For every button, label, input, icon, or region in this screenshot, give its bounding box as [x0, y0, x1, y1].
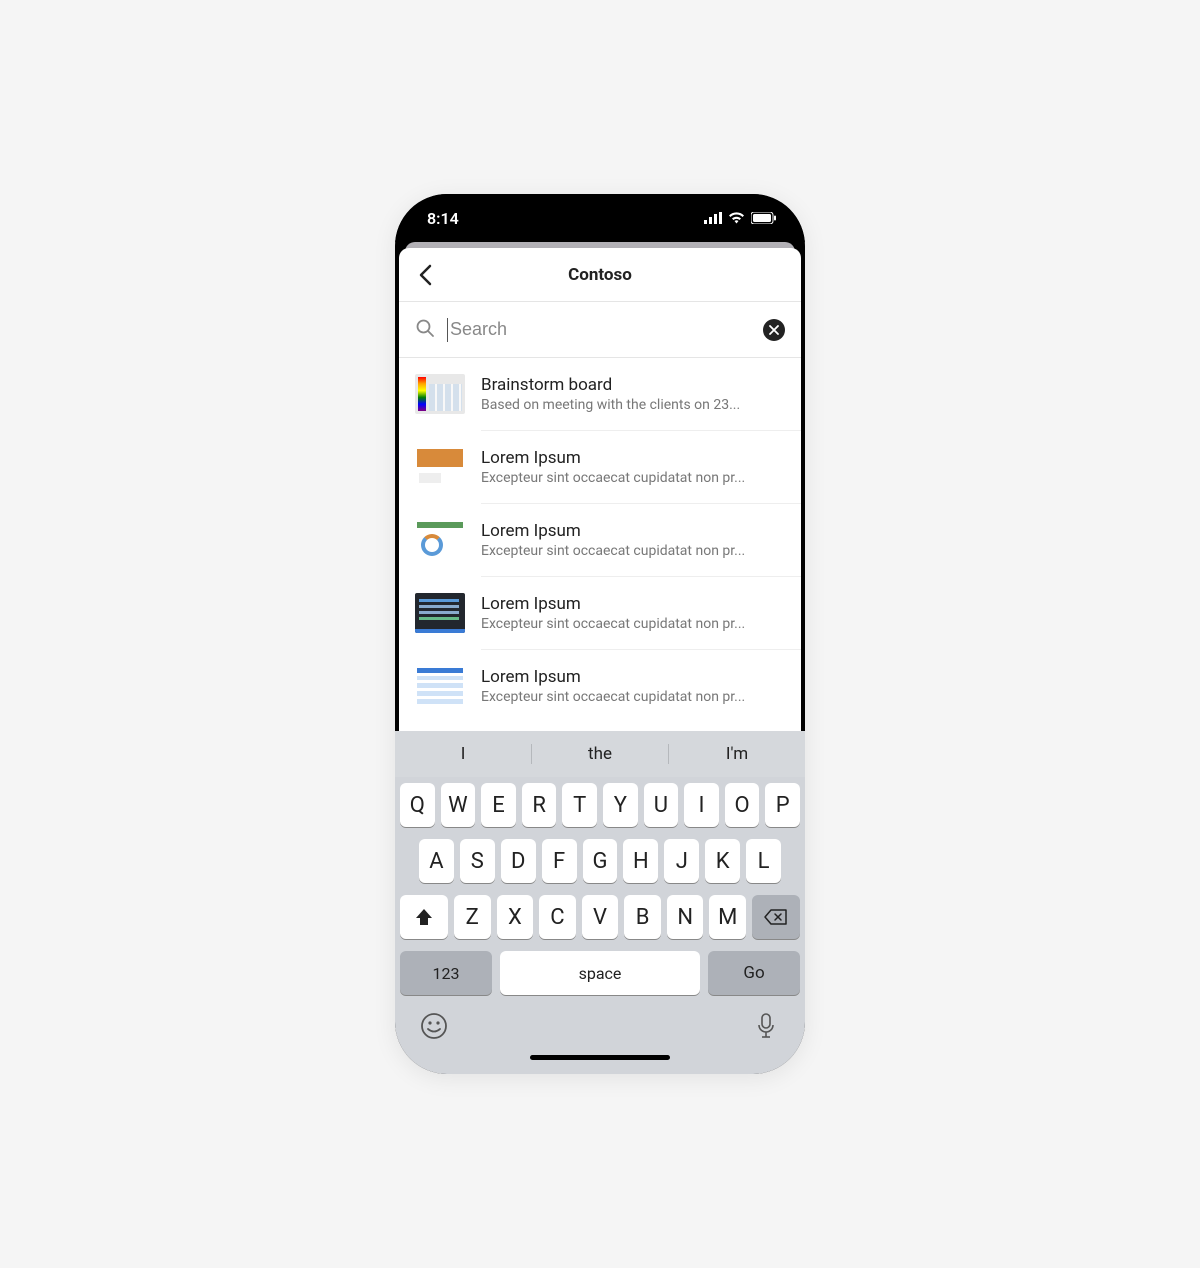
page-canvas: 8:14 Contoso	[0, 0, 1200, 1268]
result-subtitle: Excepteur sint occaecat cupidatat non pr…	[481, 470, 785, 486]
prediction-suggestion[interactable]: I	[395, 744, 531, 764]
key-u[interactable]: U	[644, 783, 679, 827]
signal-icon	[704, 209, 722, 228]
backspace-icon	[764, 908, 788, 926]
result-subtitle: Excepteur sint occaecat cupidatat non pr…	[481, 616, 785, 632]
result-title: Lorem Ipsum	[481, 448, 785, 468]
result-subtitle: Excepteur sint occaecat cupidatat non pr…	[481, 689, 785, 705]
status-bar: 8:14	[395, 194, 805, 242]
key-o[interactable]: O	[725, 783, 760, 827]
key-e[interactable]: E	[481, 783, 516, 827]
back-button[interactable]	[413, 263, 437, 287]
result-thumbnail	[415, 666, 465, 706]
app-sheet: Contoso Brainstorm board Based on meetin…	[399, 248, 801, 803]
go-key[interactable]: Go	[708, 951, 800, 995]
page-title: Contoso	[568, 265, 632, 285]
key-g[interactable]: G	[583, 839, 618, 883]
key-i[interactable]: I	[684, 783, 719, 827]
emoji-button[interactable]	[419, 1011, 449, 1041]
search-results: Brainstorm board Based on meeting with t…	[399, 358, 801, 722]
key-c[interactable]: C	[539, 895, 576, 939]
prediction-bar: I the I'm	[395, 731, 805, 777]
phone-frame: 8:14 Contoso	[395, 194, 805, 1074]
status-time: 8:14	[427, 209, 459, 228]
key-row-4: 123 space Go	[395, 945, 805, 1001]
key-h[interactable]: H	[623, 839, 658, 883]
result-title: Lorem Ipsum	[481, 521, 785, 541]
key-y[interactable]: Y	[603, 783, 638, 827]
close-icon	[769, 325, 779, 335]
key-m[interactable]: M	[709, 895, 746, 939]
result-item[interactable]: Lorem Ipsum Excepteur sint occaecat cupi…	[399, 504, 801, 576]
backspace-key[interactable]	[752, 895, 800, 939]
key-q[interactable]: Q	[400, 783, 435, 827]
clear-search-button[interactable]	[763, 319, 785, 341]
key-row-3: Z X C V B N M	[395, 889, 805, 945]
key-d[interactable]: D	[501, 839, 536, 883]
result-title: Lorem Ipsum	[481, 667, 785, 687]
key-v[interactable]: V	[582, 895, 619, 939]
chevron-left-icon	[418, 264, 432, 286]
result-thumbnail	[415, 520, 465, 560]
numeric-key[interactable]: 123	[400, 951, 492, 995]
key-s[interactable]: S	[460, 839, 495, 883]
home-indicator[interactable]	[530, 1055, 670, 1060]
key-a[interactable]: A	[419, 839, 454, 883]
emoji-icon	[420, 1012, 448, 1040]
space-key[interactable]: space	[500, 951, 700, 995]
result-text: Lorem Ipsum Excepteur sint occaecat cupi…	[481, 448, 785, 486]
result-thumbnail	[415, 447, 465, 487]
result-item[interactable]: Lorem Ipsum Excepteur sint occaecat cupi…	[399, 431, 801, 503]
key-p[interactable]: P	[765, 783, 800, 827]
result-text: Lorem Ipsum Excepteur sint occaecat cupi…	[481, 667, 785, 705]
status-icons	[704, 209, 777, 228]
search-bar	[399, 302, 801, 358]
dictation-button[interactable]	[751, 1011, 781, 1041]
key-b[interactable]: B	[624, 895, 661, 939]
keyboard-footer	[395, 1001, 805, 1045]
key-l[interactable]: L	[746, 839, 781, 883]
wifi-icon	[728, 209, 745, 228]
result-text: Brainstorm board Based on meeting with t…	[481, 375, 785, 413]
prediction-suggestion[interactable]: I'm	[668, 744, 805, 764]
shift-icon	[414, 908, 434, 926]
shift-key[interactable]	[400, 895, 448, 939]
key-t[interactable]: T	[562, 783, 597, 827]
key-row-2: A S D F G H J K L	[395, 833, 805, 889]
result-text: Lorem Ipsum Excepteur sint occaecat cupi…	[481, 594, 785, 632]
result-thumbnail	[415, 593, 465, 633]
prediction-suggestion[interactable]: the	[531, 744, 668, 764]
key-x[interactable]: X	[497, 895, 534, 939]
microphone-icon	[756, 1012, 776, 1040]
battery-icon	[751, 209, 777, 228]
key-z[interactable]: Z	[454, 895, 491, 939]
result-item[interactable]: Lorem Ipsum Excepteur sint occaecat cupi…	[399, 650, 801, 722]
result-item[interactable]: Brainstorm board Based on meeting with t…	[399, 358, 801, 430]
result-title: Brainstorm board	[481, 375, 785, 395]
key-j[interactable]: J	[664, 839, 699, 883]
result-title: Lorem Ipsum	[481, 594, 785, 614]
search-icon	[415, 318, 435, 342]
key-r[interactable]: R	[522, 783, 557, 827]
key-k[interactable]: K	[705, 839, 740, 883]
key-n[interactable]: N	[667, 895, 704, 939]
key-w[interactable]: W	[441, 783, 476, 827]
result-thumbnail	[415, 374, 465, 414]
key-row-1: Q W E R T Y U I O P	[395, 777, 805, 833]
result-subtitle: Based on meeting with the clients on 23.…	[481, 397, 785, 413]
search-input[interactable]	[447, 318, 751, 342]
key-f[interactable]: F	[542, 839, 577, 883]
on-screen-keyboard: I the I'm Q W E R T Y U I O P A S D F	[395, 731, 805, 1074]
result-item[interactable]: Lorem Ipsum Excepteur sint occaecat cupi…	[399, 577, 801, 649]
result-text: Lorem Ipsum Excepteur sint occaecat cupi…	[481, 521, 785, 559]
result-subtitle: Excepteur sint occaecat cupidatat non pr…	[481, 543, 785, 559]
navigation-bar: Contoso	[399, 248, 801, 302]
